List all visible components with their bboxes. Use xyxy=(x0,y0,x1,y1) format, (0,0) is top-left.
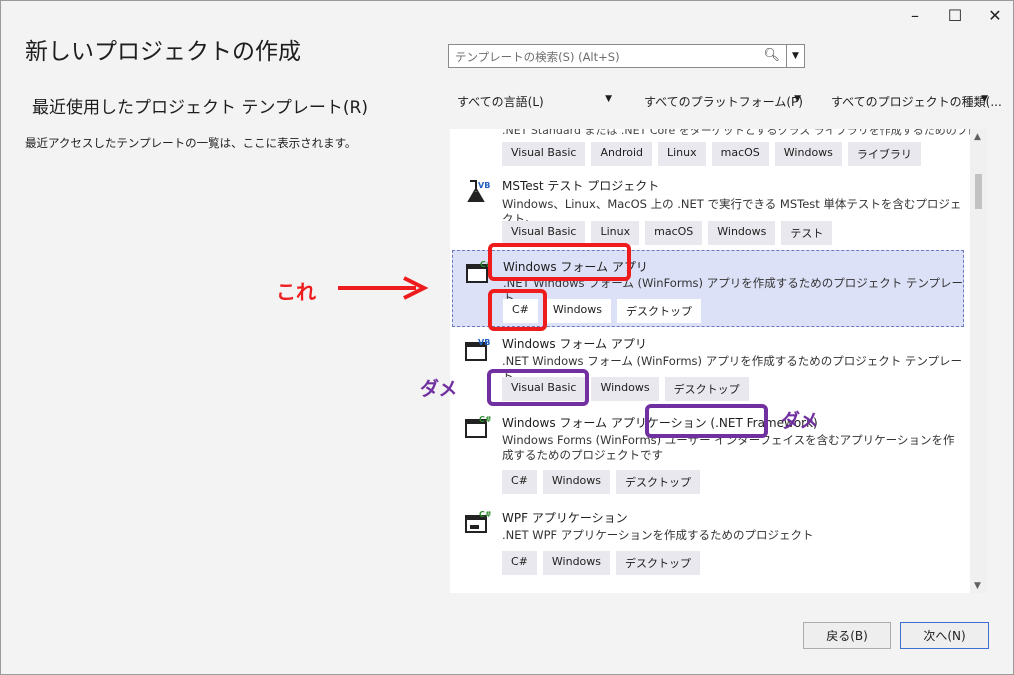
svg-text:C#: C# xyxy=(479,415,492,424)
maximize-icon[interactable]: ☐ xyxy=(940,4,970,26)
chevron-down-icon: ▼ xyxy=(605,94,612,104)
chevron-down-icon: ▼ xyxy=(981,94,988,104)
svg-text:VB: VB xyxy=(478,338,490,347)
language-filter[interactable]: すべての言語(L) ▼ xyxy=(450,88,618,114)
annotation-highlight-vb xyxy=(487,369,589,406)
recent-templates-description: 最近アクセスしたテンプレートの一覧は、ここに表示されます。 xyxy=(25,136,357,150)
annotation-ng-label: ダメ xyxy=(781,410,819,432)
close-icon[interactable]: ✕ xyxy=(980,4,1010,26)
annotation-arrow xyxy=(338,276,429,300)
back-button[interactable]: 戻る(B) xyxy=(803,622,891,649)
language-filter-label: すべての言語(L) xyxy=(457,95,544,109)
csharp-window-icon: C# xyxy=(465,415,492,438)
platform-filter[interactable]: すべてのプラットフォーム(P) ▼ xyxy=(637,88,807,114)
template-item[interactable]: C# WPF アプリケーション .NET WPF アプリケーションを作成するため… xyxy=(450,503,970,581)
scrollbar-thumb[interactable] xyxy=(975,174,982,209)
template-description: .NET WPF アプリケーションを作成するためのプロジェクト xyxy=(502,528,814,542)
minimize-icon[interactable]: – xyxy=(900,4,930,26)
template-item[interactable]: VB MSTest テスト プロジェクト Windows、Linux、MacOS… xyxy=(450,171,970,249)
tag: Android xyxy=(591,142,652,166)
project-type-filter[interactable]: すべてのプロジェクトの種類(... ▼ xyxy=(824,88,1002,114)
annotation-highlight-csharp xyxy=(488,289,547,331)
tag: デスクトップ xyxy=(616,470,701,494)
svg-text:VB: VB xyxy=(478,181,490,190)
tag: ライブラリ xyxy=(847,142,921,166)
tag: macOS xyxy=(711,142,769,166)
search-icon[interactable]: 🔍︎ xyxy=(763,48,780,63)
annotation-this-label: これ xyxy=(276,280,316,304)
template-name: MSTest テスト プロジェクト xyxy=(502,179,660,193)
template-name: Windows フォーム アプリ xyxy=(502,337,647,351)
chevron-down-icon: ▼ xyxy=(794,94,801,104)
tag: Linux xyxy=(658,142,706,166)
tag: デスクトップ xyxy=(617,299,702,323)
tag: C# xyxy=(502,470,537,494)
search-placeholder: テンプレートの検索(S) (Alt+S) xyxy=(455,50,620,64)
tag: Linux xyxy=(591,221,640,245)
tag: テスト xyxy=(781,221,833,245)
vb-window-icon: VB xyxy=(465,338,490,361)
tag: デスクトップ xyxy=(616,551,701,575)
tag: Windows xyxy=(543,299,612,323)
tag: Windows xyxy=(708,221,776,245)
chevron-down-icon: ▼ xyxy=(792,51,799,61)
search-input[interactable]: テンプレートの検索(S) (Alt+S) 🔍︎ xyxy=(448,44,787,68)
template-name: WPF アプリケーション xyxy=(502,511,628,525)
tag: Windows xyxy=(591,377,659,401)
scroll-up-icon[interactable]: ▲ xyxy=(974,132,981,142)
template-description: .NET Standard または .NET Core をターゲットとするクラス… xyxy=(502,129,987,137)
page-title: 新しいプロジェクトの作成 xyxy=(25,39,301,65)
vb-flask-icon: VB xyxy=(467,180,490,202)
svg-text:C#: C# xyxy=(479,510,492,519)
search-options-dropdown[interactable]: ▼ xyxy=(787,44,805,68)
recent-templates-heading: 最近使用したプロジェクト テンプレート(R) xyxy=(32,98,368,118)
platform-filter-label: すべてのプラットフォーム(P) xyxy=(644,95,803,109)
tag: Visual Basic xyxy=(502,142,586,166)
tag: Visual Basic xyxy=(502,221,586,245)
csharp-wpf-icon: C# xyxy=(465,510,492,533)
tag: macOS xyxy=(645,221,703,245)
tag: C# xyxy=(502,551,537,575)
annotation-ng-label: ダメ xyxy=(420,378,458,400)
tag: Windows xyxy=(542,470,611,494)
template-list-scrollbar[interactable]: ▲ ▼ xyxy=(970,129,987,593)
project-type-filter-label: すべてのプロジェクトの種類(... xyxy=(831,95,1002,109)
annotation-highlight-name xyxy=(488,243,631,281)
template-list[interactable]: .NET Standard または .NET Core をターゲットとするクラス… xyxy=(450,129,987,593)
annotation-highlight-framework xyxy=(645,404,768,438)
tag: デスクトップ xyxy=(664,377,749,401)
template-item[interactable]: .NET Standard または .NET Core をターゲットとするクラス… xyxy=(450,129,987,171)
scroll-down-icon[interactable]: ▼ xyxy=(974,581,981,591)
tag: Windows xyxy=(774,142,842,166)
next-button[interactable]: 次へ(N) xyxy=(900,622,989,649)
tag: Windows xyxy=(542,551,611,575)
